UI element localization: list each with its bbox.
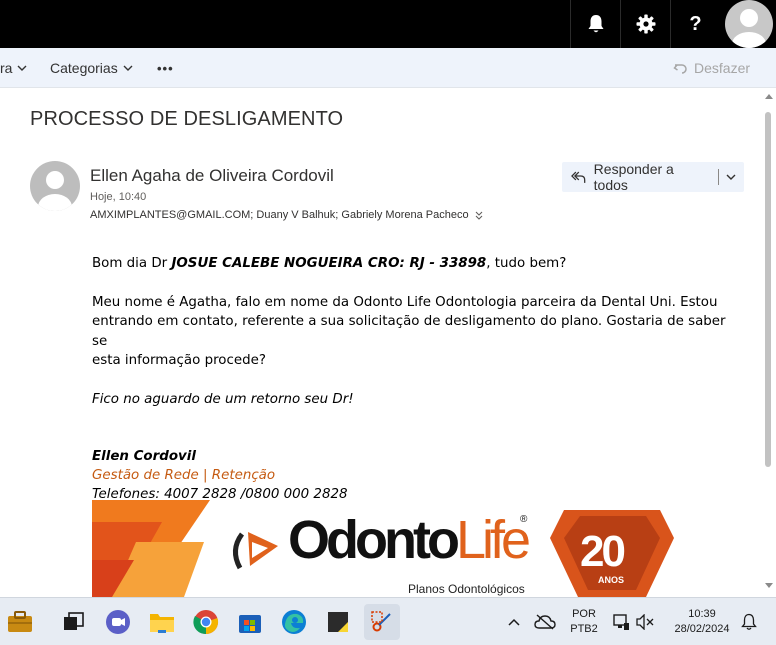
more-icon: ••• bbox=[157, 60, 174, 76]
file-explorer-icon[interactable] bbox=[148, 608, 176, 636]
tagline: Planos Odontológicos bbox=[408, 582, 525, 596]
help-icon: ? bbox=[689, 12, 702, 35]
recipient-dr-name: JOSUE CALEBE NOGUEIRA CRO: RJ - 33898 bbox=[171, 256, 487, 271]
sent-time: Hoje, 10:40 bbox=[90, 191, 147, 203]
categories-menu[interactable]: Categorias bbox=[50, 48, 133, 88]
settings-button[interactable] bbox=[620, 0, 670, 48]
scroll-down-arrow-icon[interactable] bbox=[765, 583, 773, 588]
user-avatar bbox=[725, 0, 773, 48]
onedrive-offline-icon[interactable] bbox=[532, 608, 558, 636]
odontolife-wordmark: OdontoLife bbox=[288, 510, 531, 570]
notification-bell-icon[interactable] bbox=[738, 608, 760, 636]
network-icon[interactable] bbox=[610, 608, 632, 636]
recipients-list: AMXIMPLANTES@GMAIL.COM; Duany V Balhuk; … bbox=[90, 209, 469, 221]
chrome-icon[interactable] bbox=[192, 608, 220, 636]
show-hidden-icons-chevron-up-icon[interactable] bbox=[502, 608, 526, 636]
reading-pane: PROCESSO DE DESLIGAMENTO Ellen Agaha de … bbox=[0, 88, 762, 597]
badge-number: 20 bbox=[580, 527, 626, 576]
scrollbar-thumb[interactable] bbox=[765, 112, 771, 467]
command-partial-label: ra bbox=[0, 60, 13, 76]
undo-label: Desfazer bbox=[694, 60, 751, 76]
vertical-scrollbar[interactable] bbox=[762, 88, 776, 597]
reply-all-icon bbox=[571, 171, 586, 183]
greeting-line: Bom dia Dr JOSUE CALEBE NOGUEIRA CRO: RJ… bbox=[92, 256, 567, 271]
chevron-down-icon bbox=[726, 174, 736, 180]
briefcase-app-icon[interactable] bbox=[6, 608, 34, 636]
windows-taskbar: POR PTB2 10:39 28/02/2024 bbox=[0, 597, 776, 645]
bell-icon bbox=[588, 15, 603, 33]
volume-muted-icon[interactable] bbox=[634, 608, 656, 636]
reply-all-split-button: Responder a todos bbox=[562, 161, 744, 193]
reply-all-label: Responder a todos bbox=[593, 161, 674, 193]
closing-line: Fico no aguardo de um retorno seu Dr! bbox=[92, 391, 354, 407]
recipients-line[interactable]: AMXIMPLANTES@GMAIL.COM; Duany V Balhuk; … bbox=[90, 209, 483, 221]
command-partial-menu[interactable]: ra bbox=[0, 48, 27, 88]
sender-name[interactable]: Ellen Agaha de Oliveira Cordovil bbox=[90, 166, 334, 186]
gear-icon bbox=[636, 14, 655, 34]
signature-role: Gestão de Rede | Retenção bbox=[92, 468, 276, 484]
body-paragraph-line: entrando em contato, referente a sua sol… bbox=[92, 314, 726, 349]
message-body: Bom dia Dr JOSUE CALEBE NOGUEIRA CRO: RJ… bbox=[92, 254, 742, 505]
expand-recipients-icon[interactable] bbox=[475, 211, 483, 220]
categories-label: Categorias bbox=[50, 60, 118, 76]
task-view-icon[interactable] bbox=[60, 608, 88, 636]
signature-logo-banner: OdontoLife ® Planos Odontológicos 20 ANO… bbox=[92, 500, 682, 597]
notifications-button[interactable] bbox=[570, 0, 620, 48]
undo-icon bbox=[673, 64, 687, 74]
store-icon[interactable] bbox=[236, 608, 264, 636]
account-avatar-button[interactable] bbox=[722, 0, 776, 48]
body-paragraph-line: Meu nome é Agatha, falo em nome da Odont… bbox=[92, 294, 718, 310]
chevron-down-icon bbox=[17, 65, 27, 71]
sender-avatar[interactable] bbox=[30, 161, 80, 211]
body-paragraph-line: esta informação procede? bbox=[92, 353, 266, 369]
scroll-up-arrow-icon[interactable] bbox=[765, 94, 773, 99]
chevron-down-icon bbox=[123, 65, 133, 71]
help-button[interactable]: ? bbox=[670, 0, 720, 48]
message-subject: PROCESSO DE DESLIGAMENTO bbox=[30, 108, 344, 130]
sticky-notes-icon[interactable] bbox=[324, 608, 352, 636]
signature-name: Ellen Cordovil bbox=[92, 448, 196, 464]
input-language-indicator[interactable]: POR PTB2 bbox=[566, 607, 602, 637]
top-header-bar: ? bbox=[0, 0, 776, 48]
snipping-tool-icon[interactable] bbox=[364, 604, 400, 640]
command-bar: ra Categorias ••• Desfazer bbox=[0, 48, 776, 88]
registered-mark: ® bbox=[520, 514, 528, 525]
teams-chat-icon[interactable] bbox=[104, 608, 132, 636]
undo-button[interactable]: Desfazer bbox=[673, 48, 750, 88]
badge-text: ANOS bbox=[598, 575, 625, 585]
reply-options-dropdown[interactable] bbox=[719, 162, 744, 192]
edge-icon[interactable] bbox=[280, 608, 308, 636]
reply-all-button[interactable]: Responder a todos bbox=[562, 161, 710, 193]
more-options-button[interactable]: ••• bbox=[157, 48, 174, 88]
system-clock[interactable]: 10:39 28/02/2024 bbox=[666, 607, 738, 637]
